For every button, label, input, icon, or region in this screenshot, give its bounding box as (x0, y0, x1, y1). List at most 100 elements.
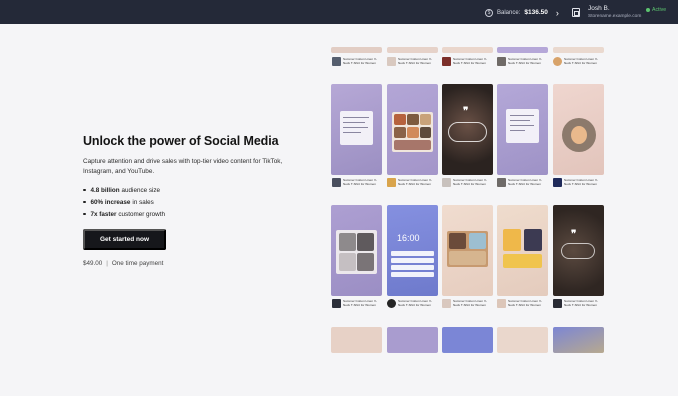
photo-cell (394, 140, 431, 150)
product-caption: Summer Cotton Linen V-Neck T-Shirt for W… (564, 56, 598, 65)
video-thumbnail[interactable] (331, 327, 382, 353)
quote-bubble (448, 122, 487, 142)
product-tag[interactable]: Summer Cotton Linen V-Neck T-Shirt for W… (497, 57, 542, 66)
notification (391, 251, 434, 256)
product-caption: Summer Cotton Linen V-Neck T-Shirt for W… (508, 56, 542, 65)
feature-item: 4.8 billion audience size (83, 184, 165, 196)
product-caption: Summer Cotton Linen V-Neck T-Shirt for W… (343, 56, 377, 65)
feature-item: 7x faster customer growth (83, 208, 165, 220)
product-tag[interactable]: Summer Cotton Linen V-Neck T-Shirt for W… (553, 299, 598, 308)
product-image (332, 57, 341, 66)
video-thumbnail[interactable] (387, 84, 438, 175)
price-note: One time payment (111, 260, 164, 267)
product-caption: Summer Cotton Linen V-Neck T-Shirt for W… (453, 298, 487, 307)
video-thumbnail[interactable] (553, 84, 604, 175)
product-tag[interactable]: Summer Cotton Linen V-Neck T-Shirt for W… (332, 299, 377, 308)
feature-text: in sales (132, 198, 154, 206)
product-tag[interactable]: Summer Cotton Linen V-Neck T-Shirt for W… (387, 178, 432, 187)
product-image (332, 299, 341, 308)
top-bar: $ Balance: $136.50 › Josh B. Storename.e… (0, 0, 678, 24)
photo-cell (449, 251, 486, 265)
product-tag[interactable]: Summer Cotton Linen V-Neck T-Shirt for W… (442, 57, 487, 66)
product-tag[interactable]: Summer Cotton Linen V-Neck T-Shirt for W… (497, 299, 542, 308)
photo-cell (339, 233, 356, 251)
product-tag[interactable]: Summer Cotton Linen V-Neck T-Shirt for W… (387, 57, 432, 66)
video-thumbnail[interactable]: 16:00 (387, 205, 438, 296)
store-icon[interactable] (572, 8, 580, 17)
video-thumbnail[interactable] (331, 205, 382, 296)
video-thumbnail[interactable]: ❞ (442, 84, 493, 175)
product-image (553, 57, 562, 66)
video-thumbnail[interactable]: ❞ (553, 205, 604, 296)
notification (391, 258, 434, 263)
product-tag[interactable]: Summer Cotton Linen V-Neck T-Shirt for W… (442, 299, 487, 308)
photo-cell (394, 127, 406, 138)
product-tag[interactable]: Summer Cotton Linen V-Neck T-Shirt for W… (332, 57, 377, 66)
product-tag[interactable]: Summer Cotton Linen V-Neck T-Shirt for W… (332, 178, 377, 187)
product-caption: Summer Cotton Linen V-Neck T-Shirt for W… (508, 177, 542, 186)
video-thumbnail[interactable] (387, 47, 438, 53)
feature-highlight: 4.8 billion (90, 186, 120, 194)
photo-cell (339, 253, 356, 271)
text-line (343, 132, 361, 133)
product-image (387, 299, 396, 308)
text-line (343, 127, 368, 128)
product-image (332, 178, 341, 187)
video-thumbnail[interactable] (497, 47, 548, 53)
product-image (497, 178, 506, 187)
text-line (510, 130, 525, 131)
video-thumbnail[interactable] (442, 47, 493, 53)
product-image (497, 57, 506, 66)
photo-cell (469, 233, 486, 249)
product-image (497, 299, 506, 308)
photo-cell (420, 114, 431, 125)
quote-bubble (561, 243, 595, 259)
price-amount: $49.00 (83, 260, 103, 267)
photo-cell (407, 127, 419, 138)
product-tag[interactable]: Summer Cotton Linen V-Neck T-Shirt for W… (387, 299, 432, 308)
quote-mark: ❞ (571, 229, 577, 240)
video-thumbnail[interactable] (387, 327, 438, 353)
feature-item: 60% increase in sales (83, 196, 165, 208)
video-thumbnail[interactable] (497, 84, 548, 175)
photo-cell (503, 254, 542, 268)
product-caption: Summer Cotton Linen V-Neck T-Shirt for W… (564, 177, 598, 186)
video-thumbnail[interactable] (497, 205, 548, 296)
feature-text: customer growth (118, 210, 165, 218)
video-thumbnail[interactable] (442, 205, 493, 296)
product-caption: Summer Cotton Linen V-Neck T-Shirt for W… (453, 177, 487, 186)
balance-label: Balance: (497, 9, 521, 16)
text-line (343, 122, 365, 123)
quote-mark: ❞ (463, 106, 469, 117)
photo-face (571, 126, 587, 144)
product-tag[interactable]: Summer Cotton Linen V-Neck T-Shirt for W… (553, 57, 598, 66)
product-tag[interactable]: Summer Cotton Linen V-Neck T-Shirt for W… (442, 178, 487, 187)
bullet-icon (83, 200, 86, 204)
lockscreen-clock: 16:00 (397, 233, 420, 243)
text-line (510, 120, 530, 121)
video-thumbnail[interactable] (331, 84, 382, 175)
feature-text: audience size (121, 186, 161, 194)
balance-link[interactable]: $ Balance: $136.50 › (485, 6, 559, 19)
video-thumbnail[interactable] (497, 327, 548, 353)
product-caption: Summer Cotton Linen V-Neck T-Shirt for W… (343, 177, 377, 186)
photo-cell (524, 229, 542, 251)
video-thumbnail[interactable] (442, 327, 493, 353)
photo-cell (357, 253, 374, 271)
product-image (387, 57, 396, 66)
photo-cell (449, 233, 466, 249)
video-thumbnail[interactable] (553, 47, 604, 53)
balance-amount: $136.50 (524, 9, 548, 16)
product-tag[interactable]: Summer Cotton Linen V-Neck T-Shirt for W… (497, 178, 542, 187)
product-caption: Summer Cotton Linen V-Neck T-Shirt for W… (398, 298, 432, 307)
price-info: $49.00 | One time payment (83, 260, 163, 267)
price-separator: | (106, 260, 108, 267)
product-tag[interactable]: Summer Cotton Linen V-Neck T-Shirt for W… (553, 178, 598, 187)
status-badge: Active (646, 7, 666, 13)
get-started-button[interactable]: Get started now (83, 229, 166, 250)
feature-highlight: 60% increase (90, 198, 131, 206)
user-account[interactable]: Josh B. Storename.example.com (588, 5, 641, 19)
text-line (510, 115, 534, 116)
video-thumbnail[interactable] (331, 47, 382, 53)
video-thumbnail[interactable] (553, 327, 604, 353)
